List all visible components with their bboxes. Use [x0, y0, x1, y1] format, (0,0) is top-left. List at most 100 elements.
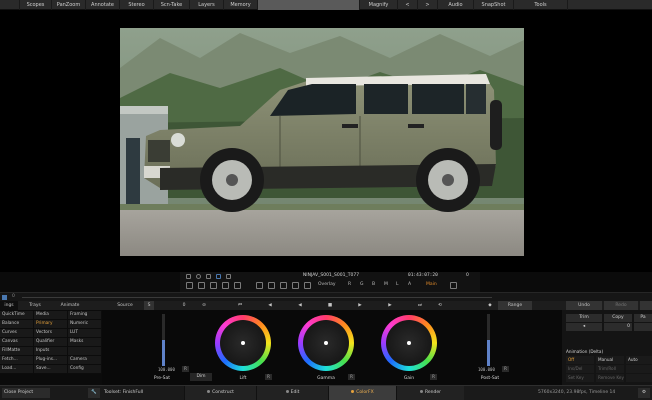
menu-fetch[interactable]: Fetch...: [0, 356, 34, 365]
tab-render[interactable]: Render: [396, 386, 464, 400]
view-mode-icon-2[interactable]: [198, 282, 205, 289]
menu-scn-take[interactable]: Scn-Take: [154, 0, 190, 10]
extra-button[interactable]: [640, 301, 652, 310]
tab-colorfx[interactable]: ColorFX: [328, 386, 396, 400]
gain-wheel-puck[interactable]: [407, 341, 411, 345]
pre-sat-slider[interactable]: [162, 314, 165, 366]
menu-memory[interactable]: Memory: [224, 0, 258, 10]
menu-vectors[interactable]: Vectors: [34, 329, 68, 338]
pre-sat-value[interactable]: 100.000: [158, 367, 175, 372]
channel-r[interactable]: R: [348, 282, 351, 287]
stop-icon[interactable]: ■: [324, 301, 336, 310]
scrub-toggle-icon[interactable]: [2, 295, 7, 300]
channel-b[interactable]: B: [372, 282, 375, 287]
menu-magnify[interactable]: Magnify: [360, 0, 398, 10]
menu-plug-ins[interactable]: Plug-ins...: [34, 356, 68, 365]
menu-config[interactable]: Config: [68, 365, 102, 374]
menu-quicktime[interactable]: QuickTime: [0, 311, 34, 320]
menu-next[interactable]: >: [418, 0, 438, 10]
anim-off[interactable]: Off: [566, 356, 594, 364]
tab-edit[interactable]: Edit: [256, 386, 328, 400]
menu-inputs[interactable]: Inputs: [34, 347, 68, 356]
lift-wheel[interactable]: [215, 315, 271, 371]
anim-manual[interactable]: Manual: [596, 356, 624, 364]
link-icon[interactable]: ⊝: [198, 301, 210, 310]
menu-layers[interactable]: Layers: [190, 0, 224, 10]
source-button[interactable]: S: [144, 301, 154, 310]
pen-icon[interactable]: [216, 274, 221, 279]
fullscreen-icon[interactable]: [304, 282, 311, 289]
menu-primary[interactable]: Primary: [34, 320, 68, 329]
menu-media[interactable]: Media: [34, 311, 68, 320]
menu-tools[interactable]: Tools: [514, 0, 568, 10]
anim-trim-roll[interactable]: Trim/Roll: [596, 365, 624, 373]
post-sat-value[interactable]: 100.000: [478, 367, 495, 372]
play-back-icon[interactable]: ◀: [294, 301, 306, 310]
trim-button[interactable]: Trim: [566, 314, 602, 322]
lift-wheel-puck[interactable]: [241, 341, 245, 345]
copy-button[interactable]: Copy: [604, 314, 632, 322]
menu-balance[interactable]: Balance: [0, 320, 34, 329]
menu-scopes[interactable]: Scopes: [20, 0, 52, 10]
menu-stereo[interactable]: Stereo: [120, 0, 154, 10]
layer-icon[interactable]: [206, 274, 211, 279]
channel-m[interactable]: M: [384, 282, 388, 287]
pre-sat-reset-button[interactable]: R: [182, 366, 189, 372]
post-sat-slider[interactable]: [487, 314, 490, 366]
step-forward-icon[interactable]: ▶: [384, 301, 396, 310]
menu-save[interactable]: Save...: [34, 365, 68, 374]
menu-camera[interactable]: Camera: [68, 356, 102, 365]
anim-auto[interactable]: Auto: [626, 356, 652, 364]
range-button[interactable]: Range: [498, 301, 532, 310]
menu-qualifier[interactable]: Qualifier: [34, 338, 68, 347]
fit-icon[interactable]: [292, 282, 299, 289]
menu-masks[interactable]: Masks: [68, 338, 102, 347]
play-icon[interactable]: ▶: [354, 301, 366, 310]
expand-icon[interactable]: [280, 282, 287, 289]
main-view-toggle[interactable]: Main: [426, 282, 437, 287]
menu-snapshot[interactable]: SnapShot: [474, 0, 514, 10]
channel-l[interactable]: L: [396, 282, 399, 287]
go-end-icon[interactable]: ⏭: [414, 301, 426, 310]
gamma-wheel-puck[interactable]: [324, 341, 328, 345]
tab-construct[interactable]: Construct: [184, 386, 256, 400]
menu-canvas[interactable]: Canvas: [0, 338, 34, 347]
view-mode-icon-3[interactable]: [210, 282, 217, 289]
menu-fillmatte[interactable]: FillMatte: [0, 347, 34, 356]
view-mode-icon-4[interactable]: [222, 282, 229, 289]
wrench-icon[interactable]: 🔧: [88, 388, 100, 398]
undo-button[interactable]: Undo: [566, 301, 602, 310]
redo-button[interactable]: Redo: [604, 301, 638, 310]
anim-set-key[interactable]: Set Key: [566, 374, 594, 382]
gain-reset-button[interactable]: R: [430, 374, 437, 380]
gear-icon[interactable]: ⚙: [638, 388, 650, 398]
channel-g[interactable]: G: [360, 282, 364, 287]
anim-remove-key[interactable]: Remove Key: [596, 374, 624, 382]
tab-settings[interactable]: ings: [0, 301, 18, 310]
monitor-icon[interactable]: [186, 274, 191, 279]
grid-icon[interactable]: [226, 274, 231, 279]
gamma-wheel[interactable]: [298, 315, 354, 371]
post-sat-reset-button[interactable]: R: [502, 366, 509, 372]
loop-icon[interactable]: ⟲: [434, 301, 446, 310]
menu-curves[interactable]: Curves: [0, 329, 34, 338]
menu-audio[interactable]: Audio: [438, 0, 474, 10]
crop-icon[interactable]: [268, 282, 275, 289]
record-icon[interactable]: [196, 274, 201, 279]
go-start-icon[interactable]: ⏮: [234, 301, 246, 310]
scrub-bar[interactable]: 0: [0, 292, 652, 301]
paste-button[interactable]: Pa: [634, 314, 652, 322]
gain-wheel[interactable]: [381, 315, 437, 371]
trim-value[interactable]: 0: [604, 323, 632, 331]
menu-framing[interactable]: Framing: [68, 311, 102, 320]
menu-panzoom[interactable]: PanZoom: [52, 0, 86, 10]
overlay-toggle[interactable]: Overlay: [318, 282, 336, 287]
menu-load[interactable]: Load...: [0, 365, 34, 374]
options-icon[interactable]: [450, 282, 457, 289]
menu-prev[interactable]: <: [398, 0, 418, 10]
view-mode-icon-5[interactable]: [234, 282, 241, 289]
dim-button[interactable]: Dim: [190, 373, 212, 381]
mark-icon[interactable]: ◆: [484, 301, 496, 310]
split-icon[interactable]: [256, 282, 263, 289]
anim-ins-del[interactable]: Ins/Del: [566, 365, 594, 373]
